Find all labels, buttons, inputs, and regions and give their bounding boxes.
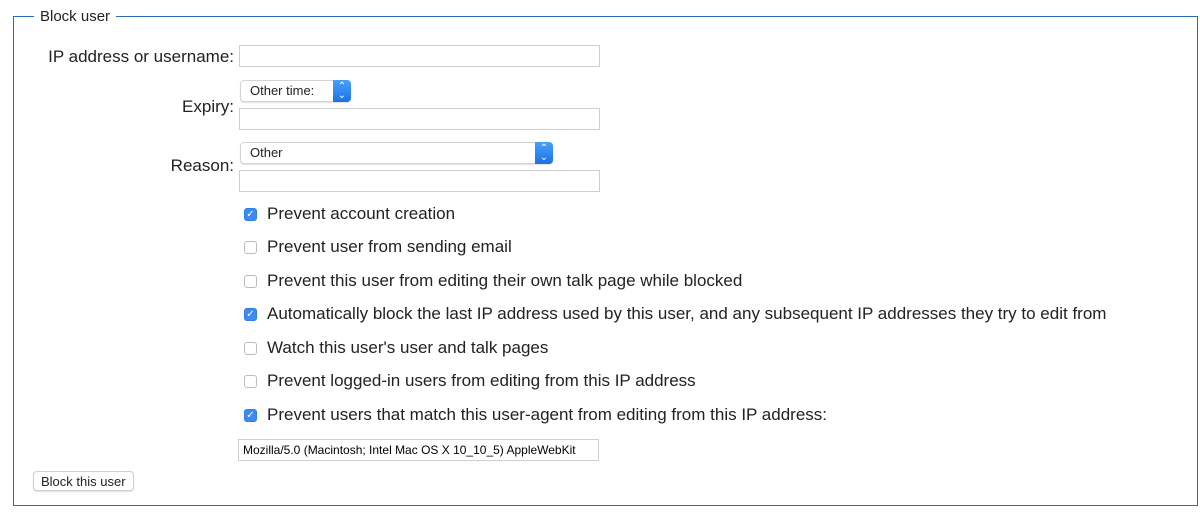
select-arrows-icon: ⌃ ⌄ xyxy=(535,142,553,164)
checkbox-checked[interactable]: ✓ xyxy=(244,207,257,221)
option-label: Prevent users that match this user-agent… xyxy=(267,405,827,424)
option-label: Automatically block the last IP address … xyxy=(267,304,1107,323)
expiry-label: Expiry: xyxy=(182,97,234,116)
checkbox[interactable] xyxy=(244,274,257,288)
expiry-selected-value: Other time: xyxy=(250,83,315,98)
reason-selected-value: Other xyxy=(250,145,283,160)
option-prevent-email[interactable]: Prevent user from sending email xyxy=(244,237,512,257)
expiry-select[interactable]: Other time: ⌃ ⌄ xyxy=(240,80,351,102)
option-label: Prevent logged-in users from editing fro… xyxy=(267,371,696,390)
reason-label: Reason: xyxy=(170,156,234,175)
option-prevent-talk-page-edit[interactable]: Prevent this user from editing their own… xyxy=(244,271,742,291)
checkbox[interactable] xyxy=(244,374,257,388)
checkbox-checked[interactable]: ✓ xyxy=(244,307,257,321)
option-label: Prevent user from sending email xyxy=(267,237,512,256)
user-agent-input[interactable] xyxy=(238,439,599,461)
checkbox[interactable] xyxy=(244,341,257,355)
option-prevent-account-creation[interactable]: ✓ Prevent account creation xyxy=(244,204,455,224)
option-label: Watch this user's user and talk pages xyxy=(267,338,549,357)
option-watch-user[interactable]: Watch this user's user and talk pages xyxy=(244,338,548,358)
target-label: IP address or username: xyxy=(48,47,234,66)
target-input[interactable] xyxy=(239,45,600,67)
block-user-fieldset: Block user xyxy=(13,8,1198,506)
checkbox-checked[interactable]: ✓ xyxy=(244,408,257,422)
reason-other-input[interactable] xyxy=(239,170,600,192)
option-label: Prevent this user from editing their own… xyxy=(267,271,743,290)
reason-select[interactable]: Other ⌃ ⌄ xyxy=(240,142,553,164)
checkbox[interactable] xyxy=(244,240,257,254)
option-autoblock[interactable]: ✓ Automatically block the last IP addres… xyxy=(244,304,1106,324)
expiry-other-input[interactable] xyxy=(239,108,600,130)
option-label: Prevent account creation xyxy=(267,204,456,223)
option-hard-block[interactable]: Prevent logged-in users from editing fro… xyxy=(244,371,696,391)
option-user-agent-block[interactable]: ✓ Prevent users that match this user-age… xyxy=(244,405,827,425)
fieldset-legend: Block user xyxy=(40,8,111,25)
block-user-button[interactable]: Block this user xyxy=(33,471,134,491)
select-arrows-icon: ⌃ ⌄ xyxy=(333,80,351,102)
